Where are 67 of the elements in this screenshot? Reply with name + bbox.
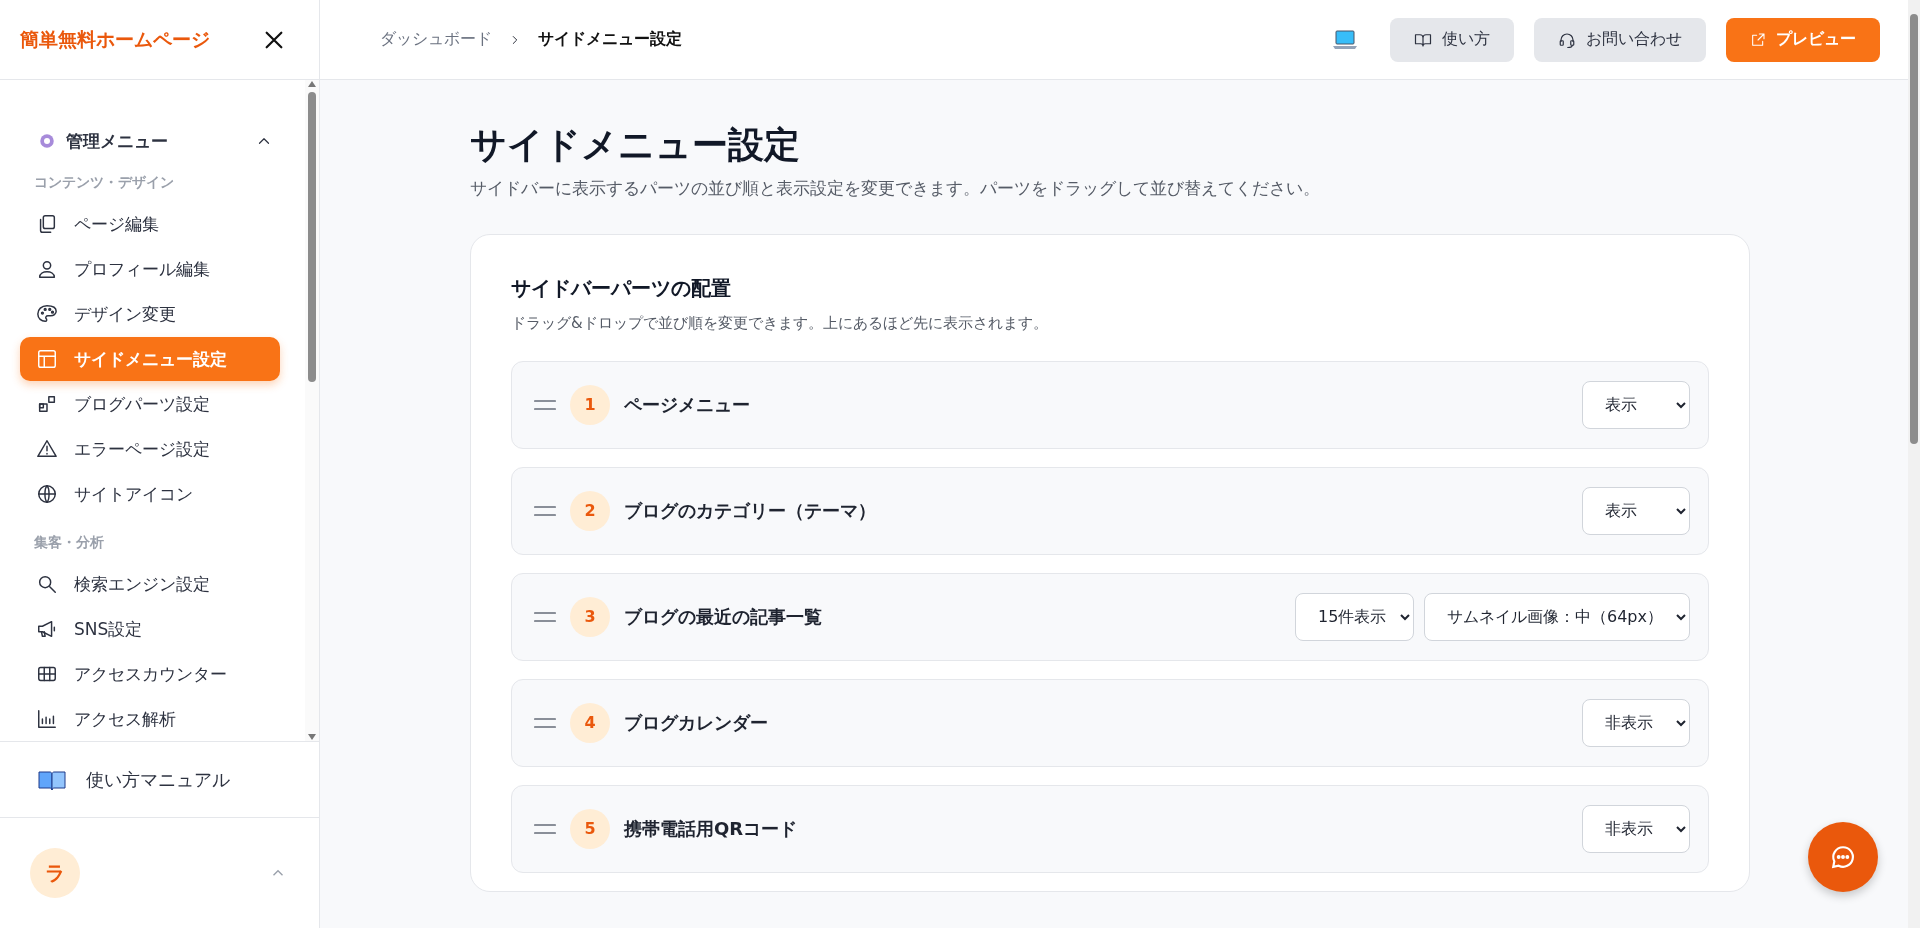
- drag-handle-icon[interactable]: [534, 716, 556, 729]
- section-label: 集客・分析: [34, 534, 105, 552]
- breadcrumb-current: サイドメニュー設定: [538, 29, 682, 50]
- bar-chart-icon: [36, 708, 58, 730]
- part-row[interactable]: 4 ブログカレンダー 非表示: [511, 678, 1709, 767]
- chat-button[interactable]: [1808, 822, 1878, 892]
- search-icon: [36, 573, 58, 595]
- chat-icon: [1830, 844, 1856, 870]
- nav-item[interactable]: デザイン変更: [20, 292, 280, 336]
- scrollbar[interactable]: [305, 80, 319, 741]
- page-description: サイドバーに表示するパーツの並び順と表示設定を変更できます。パーツをドラッグして並び替えてください。: [470, 176, 1321, 200]
- part-row[interactable]: 1 ページメニュー 表示: [511, 360, 1709, 449]
- breadcrumb-link[interactable]: ダッシュボード: [380, 29, 492, 50]
- part-name: ページメニュー: [624, 392, 751, 417]
- globe-icon: [36, 483, 58, 505]
- nav-item[interactable]: 検索エンジン設定: [20, 562, 280, 606]
- palette-icon: [36, 303, 58, 325]
- display-select[interactable]: 表示: [1582, 486, 1690, 535]
- arrow-down-icon[interactable]: [307, 733, 317, 741]
- section-label: コンテンツ・デザイン: [34, 174, 175, 192]
- nav-item[interactable]: サイトアイコン: [20, 472, 280, 516]
- part-name: ブログの最近の記事一覧: [624, 604, 823, 629]
- part-row[interactable]: 5 携帯電話用QRコード 非表示: [511, 784, 1709, 873]
- order-number: 3: [570, 596, 610, 637]
- order-number: 1: [570, 384, 610, 425]
- drag-handle-icon[interactable]: [534, 504, 556, 517]
- display-select[interactable]: 表示: [1582, 380, 1690, 429]
- nav-item[interactable]: ブログパーツ設定: [20, 382, 280, 426]
- order-number: 4: [570, 702, 610, 743]
- card-title: サイドバーパーツの配置: [511, 274, 732, 302]
- blocks-icon: [36, 393, 58, 415]
- manual-link[interactable]: 使い方マニュアル: [0, 742, 319, 818]
- page-title: サイドメニュー設定: [470, 123, 801, 167]
- logo-text: 簡単無料ホームページ: [20, 26, 210, 52]
- display-select[interactable]: サムネイル画像：中（64px）: [1424, 592, 1690, 641]
- card-description: ドラッグ&ドロップで並び順を変更できます。上にあるほど先に表示されます。: [511, 313, 1049, 333]
- display-select[interactable]: 非表示: [1582, 804, 1690, 853]
- nav-item[interactable]: ページ編集: [20, 202, 280, 246]
- order-number: 5: [570, 808, 610, 849]
- part-name: ブログカレンダー: [624, 710, 769, 735]
- headset-icon: [1558, 30, 1576, 49]
- header-button[interactable]: お問い合わせ: [1534, 17, 1706, 62]
- display-select[interactable]: 非表示: [1582, 698, 1690, 747]
- drag-handle-icon[interactable]: [534, 398, 556, 411]
- part-row[interactable]: 2 ブログのカテゴリー（テーマ） 表示: [511, 466, 1709, 555]
- nav-item[interactable]: エラーページ設定: [20, 427, 280, 471]
- megaphone-icon: [36, 618, 58, 640]
- part-row[interactable]: 3 ブログの最近の記事一覧 15件表示 サムネイル画像：中（64px）: [511, 572, 1709, 661]
- display-select[interactable]: 15件表示: [1295, 592, 1414, 641]
- nav-item[interactable]: アクセス解析: [20, 697, 280, 741]
- part-name: ブログのカテゴリー（テーマ）: [624, 498, 877, 523]
- user-icon: [36, 258, 58, 280]
- layout-icon: [36, 348, 58, 370]
- order-number: 2: [570, 490, 610, 531]
- laptop-icon: [1332, 28, 1358, 51]
- nav-item[interactable]: プロフィール編集: [20, 247, 280, 291]
- menu-group-header[interactable]: 管理メニュー: [20, 126, 285, 156]
- part-name: 携帯電話用QRコード: [624, 816, 799, 841]
- scrollbar[interactable]: [1908, 0, 1920, 928]
- arrow-up-icon[interactable]: [307, 80, 317, 88]
- drag-handle-icon[interactable]: [534, 822, 556, 835]
- warning-icon: [36, 438, 58, 460]
- nav-item[interactable]: SNS設定: [20, 607, 280, 651]
- nav-item[interactable]: アクセスカウンター: [20, 652, 280, 696]
- external-link-icon: [1750, 31, 1766, 48]
- header-button[interactable]: 使い方: [1390, 17, 1514, 62]
- drag-handle-icon[interactable]: [534, 610, 556, 623]
